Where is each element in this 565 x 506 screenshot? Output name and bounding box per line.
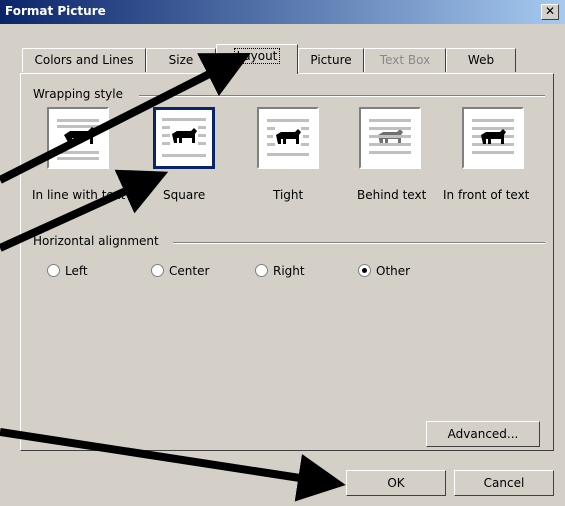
tab-label: Size bbox=[168, 53, 194, 67]
wrap-label-behind[interactable]: Behind text bbox=[357, 188, 426, 202]
wrap-label-tight[interactable]: Tight bbox=[273, 188, 303, 202]
wrap-label-in-front[interactable]: In front of text bbox=[443, 188, 529, 202]
tab-label: Layout bbox=[233, 48, 281, 64]
behind-text-icon bbox=[369, 119, 411, 154]
tab-label: Picture bbox=[310, 53, 352, 67]
format-picture-dialog: Format Picture ✕ Colors and Lines Size L… bbox=[0, 0, 565, 506]
square-wrap-option[interactable] bbox=[153, 107, 215, 169]
divider bbox=[139, 95, 545, 97]
advanced-button[interactable]: Advanced... bbox=[426, 421, 540, 447]
radio-label: Left bbox=[65, 264, 88, 278]
radio-label: Center bbox=[169, 264, 210, 278]
tab-colors-and-lines[interactable]: Colors and Lines bbox=[22, 48, 146, 72]
tab-web[interactable]: Web bbox=[446, 48, 516, 72]
tab-label: Web bbox=[467, 53, 495, 67]
close-icon: ✕ bbox=[544, 4, 556, 18]
radio-label: Right bbox=[273, 264, 305, 278]
tab-layout[interactable]: Layout bbox=[216, 44, 298, 74]
inline-wrap-icon bbox=[57, 119, 99, 160]
tab-label: Colors and Lines bbox=[34, 53, 134, 67]
square-wrap-icon bbox=[162, 118, 206, 157]
radio-button[interactable] bbox=[255, 264, 268, 277]
radio-center[interactable]: Center bbox=[151, 264, 209, 278]
dialog-title: Format Picture bbox=[5, 4, 106, 18]
wrap-label-inline[interactable]: In line with text bbox=[32, 188, 125, 202]
wrap-label-square[interactable]: Square bbox=[163, 188, 205, 202]
radio-other[interactable]: Other bbox=[358, 264, 410, 278]
divider bbox=[173, 242, 545, 244]
layout-tab-panel: Wrapping style In line with text Square … bbox=[20, 73, 554, 451]
in-front-of-text-icon bbox=[472, 119, 514, 154]
cancel-button[interactable]: Cancel bbox=[454, 470, 554, 496]
tight-wrap-option[interactable] bbox=[257, 107, 319, 169]
radio-left[interactable]: Left bbox=[47, 264, 88, 278]
radio-right[interactable]: Right bbox=[255, 264, 305, 278]
tab-picture[interactable]: Picture bbox=[298, 48, 364, 72]
behind-text-option[interactable] bbox=[359, 107, 421, 169]
tight-wrap-icon bbox=[267, 119, 309, 156]
tab-text-box[interactable]: Text Box bbox=[364, 48, 446, 72]
radio-button[interactable] bbox=[151, 264, 164, 277]
close-button[interactable]: ✕ bbox=[541, 4, 559, 20]
radio-label: Other bbox=[376, 264, 411, 278]
inline-wrap-option[interactable] bbox=[47, 107, 109, 169]
horizontal-alignment-label: Horizontal alignment bbox=[33, 234, 163, 248]
radio-button[interactable] bbox=[47, 264, 60, 277]
ok-button[interactable]: OK bbox=[346, 470, 446, 496]
tab-size[interactable]: Size bbox=[146, 48, 216, 72]
tab-label: Text Box bbox=[379, 53, 431, 67]
wrapping-style-label: Wrapping style bbox=[33, 87, 127, 101]
title-bar[interactable]: Format Picture ✕ bbox=[0, 0, 565, 24]
in-front-of-text-option[interactable] bbox=[462, 107, 524, 169]
radio-button-checked[interactable] bbox=[358, 264, 371, 277]
